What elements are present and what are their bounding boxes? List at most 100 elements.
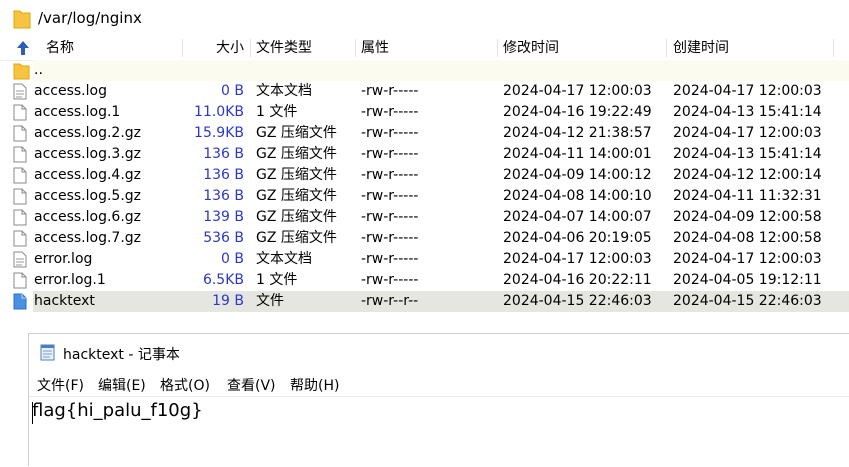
file-attributes: -rw-r--r-- (361, 293, 419, 309)
file-size: 19 B (212, 293, 244, 309)
file-attributes: -rw-r----- (361, 272, 419, 288)
file-type: GZ 压缩文件 (256, 188, 337, 204)
folder-icon (13, 9, 31, 33)
notepad-titlebar[interactable]: hacktext - 记事本 (29, 334, 849, 372)
modified-time: 2024-04-17 12:00:03 (503, 251, 652, 267)
column-name[interactable]: 名称 (46, 36, 74, 60)
file-name: access.log.7.gz (34, 230, 142, 246)
file-name: access.log (34, 83, 107, 99)
created-time: 2024-04-17 12:00:03 (673, 125, 822, 141)
created-time: 2024-04-13 15:41:14 (673, 146, 822, 162)
menu-view[interactable]: 查看(V) (227, 375, 276, 395)
file-row[interactable]: error.log.1 6.5KB 1 文件 -rw-r----- 2024-04-16… (0, 270, 849, 291)
file-name: hacktext (34, 293, 95, 309)
created-time: 2024-04-12 12:00:14 (673, 167, 822, 183)
column-size[interactable]: 大小 (150, 36, 244, 60)
file-attributes: -rw-r----- (361, 104, 419, 120)
file-size: 0 B (221, 251, 244, 267)
modified-time: 2024-04-11 14:00:01 (503, 146, 652, 162)
modified-time: 2024-04-12 21:38:57 (503, 125, 652, 141)
path-bar[interactable]: /var/log/nginx (0, 0, 849, 37)
file-size: 536 B (203, 230, 244, 246)
file-row[interactable]: hacktext 19 B 文件 -rw-r--r-- 2024-04-15 22:46… (0, 291, 849, 312)
file-size: 136 B (203, 146, 244, 162)
file-row[interactable]: access.log.5.gz 136 B GZ 压缩文件 -rw-r----- 202… (0, 186, 849, 207)
file-name: access.log.3.gz (34, 146, 142, 162)
up-arrow-icon[interactable] (15, 40, 31, 60)
file-row[interactable]: access.log.6.gz 139 B GZ 压缩文件 -rw-r----- 202… (0, 207, 849, 228)
file-attributes: -rw-r----- (361, 251, 419, 267)
file-name: access.log.1 (34, 104, 121, 120)
file-size: 139 B (203, 209, 244, 225)
file-icon (13, 230, 27, 251)
parent-directory-row[interactable]: .. (0, 60, 849, 81)
column-divider[interactable] (666, 39, 667, 57)
notepad-menubar: 文件(F) 编辑(E) 格式(O) 查看(V) 帮助(H) (29, 372, 849, 396)
column-type[interactable]: 文件类型 (256, 36, 312, 60)
file-type: 文件 (256, 293, 284, 309)
created-time: 2024-04-08 12:00:58 (673, 230, 822, 246)
file-name: access.log.4.gz (34, 167, 142, 183)
column-created[interactable]: 创建时间 (673, 36, 729, 60)
column-modified[interactable]: 修改时间 (503, 36, 559, 60)
column-divider[interactable] (355, 39, 356, 57)
text-file-icon (13, 83, 27, 104)
created-time: 2024-04-13 15:41:14 (673, 104, 822, 120)
file-name: .. (34, 62, 43, 78)
file-attributes: -rw-r----- (361, 83, 419, 99)
notepad-icon (39, 343, 57, 365)
menu-help[interactable]: 帮助(H) (290, 375, 339, 395)
menu-format[interactable]: 格式(O) (160, 375, 210, 395)
created-time: 2024-04-15 22:46:03 (673, 293, 822, 309)
file-attributes: -rw-r----- (361, 146, 419, 162)
file-icon (13, 209, 27, 230)
menu-edit[interactable]: 编辑(E) (98, 375, 146, 395)
modified-time: 2024-04-08 14:00:10 (503, 188, 652, 204)
file-attributes: -rw-r----- (361, 230, 419, 246)
notepad-text-area[interactable]: flag{hi_palu_f10g} (29, 396, 849, 467)
created-time: 2024-04-09 12:00:58 (673, 209, 822, 225)
file-row[interactable]: error.log 0 B 文本文档 -rw-r----- 2024-04-17 12:… (0, 249, 849, 270)
column-attr[interactable]: 属性 (361, 36, 389, 60)
modified-time: 2024-04-06 20:19:05 (503, 230, 652, 246)
modified-time: 2024-04-17 12:00:03 (503, 83, 652, 99)
modified-time: 2024-04-09 14:00:12 (503, 167, 652, 183)
created-time: 2024-04-17 12:00:03 (673, 83, 822, 99)
file-size: 6.5KB (202, 272, 244, 288)
path-text[interactable]: /var/log/nginx (38, 9, 142, 27)
file-size: 136 B (203, 188, 244, 204)
file-row[interactable]: access.log.3.gz 136 B GZ 压缩文件 -rw-r----- 202… (0, 144, 849, 165)
file-row[interactable]: access.log 0 B 文本文档 -rw-r----- 2024-04-17 12… (0, 81, 849, 102)
file-icon (13, 146, 27, 167)
column-header: 名称 大小 文件类型 属性 修改时间 创建时间 (0, 36, 849, 61)
file-attributes: -rw-r----- (361, 188, 419, 204)
file-type: GZ 压缩文件 (256, 209, 337, 225)
modified-time: 2024-04-16 19:22:49 (503, 104, 652, 120)
modified-time: 2024-04-07 14:00:07 (503, 209, 652, 225)
file-row[interactable]: access.log.1 11.0KB 1 文件 -rw-r----- 2024-04-… (0, 102, 849, 123)
file-row[interactable]: access.log.4.gz 136 B GZ 压缩文件 -rw-r----- 202… (0, 165, 849, 186)
file-type: GZ 压缩文件 (256, 125, 337, 141)
file-type: GZ 压缩文件 (256, 230, 337, 246)
file-size: 0 B (221, 83, 244, 99)
file-name: error.log.1 (34, 272, 106, 288)
column-divider[interactable] (833, 39, 834, 57)
file-type: GZ 压缩文件 (256, 167, 337, 183)
file-attributes: -rw-r----- (361, 209, 419, 225)
created-time: 2024-04-05 19:12:11 (673, 272, 822, 288)
file-row[interactable]: access.log.7.gz 536 B GZ 压缩文件 -rw-r----- 202… (0, 228, 849, 249)
modified-time: 2024-04-16 20:22:11 (503, 272, 652, 288)
column-divider[interactable] (250, 39, 251, 57)
file-name: error.log (34, 251, 93, 267)
column-divider[interactable] (497, 39, 498, 57)
file-name: access.log.6.gz (34, 209, 142, 225)
file-row[interactable]: access.log.2.gz 15.9KB GZ 压缩文件 -rw-r----- 20… (0, 123, 849, 144)
file-icon (13, 167, 27, 188)
file-attributes: -rw-r----- (361, 125, 419, 141)
file-size: 15.9KB (194, 125, 244, 141)
menu-file[interactable]: 文件(F) (37, 375, 84, 395)
notepad-title: hacktext - 记事本 (63, 347, 180, 363)
file-name: access.log.2.gz (34, 125, 142, 141)
modified-time: 2024-04-15 22:46:03 (503, 293, 652, 309)
created-time: 2024-04-11 11:32:31 (673, 188, 822, 204)
